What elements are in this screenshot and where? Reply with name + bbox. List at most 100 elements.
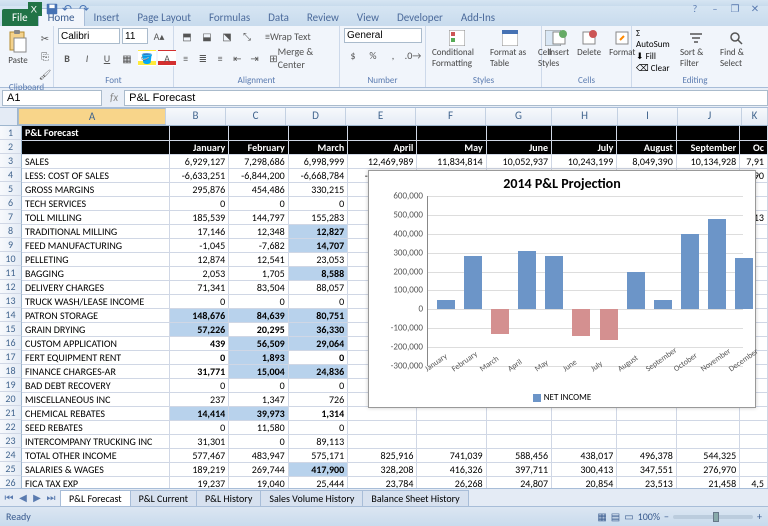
cell[interactable]: 1,893 [229, 350, 288, 364]
clear-button[interactable]: ⌫ Clear [636, 63, 674, 74]
align-middle-icon[interactable]: ⬓ [198, 28, 216, 44]
column-header-E[interactable]: E [346, 108, 416, 125]
cell[interactable]: SEED REBATES [22, 420, 169, 434]
cell[interactable]: -7,682 [229, 238, 288, 252]
cell[interactable] [417, 434, 486, 448]
cell[interactable]: 57,226 [169, 322, 228, 336]
cell[interactable]: CUSTOM APPLICATION [22, 336, 169, 350]
copy-icon[interactable]: ⎘ [36, 48, 54, 64]
delete-cells-button[interactable]: Delete [575, 28, 603, 60]
cell[interactable] [486, 420, 551, 434]
cell[interactable]: 577,467 [169, 448, 228, 462]
cell[interactable]: INTERCOMPANY TRUCKING INC [22, 434, 169, 448]
undo-icon[interactable]: ↶ [62, 2, 76, 16]
cell[interactable] [348, 420, 417, 434]
format-as-table-button[interactable]: Format as Table [488, 28, 532, 71]
cell[interactable] [169, 126, 228, 140]
cell[interactable]: 84,639 [229, 308, 288, 322]
fill-button[interactable]: ⬇ Fill [636, 51, 674, 62]
cell[interactable]: TECH SERVICES [22, 196, 169, 210]
save-icon[interactable] [45, 2, 59, 16]
align-right-icon[interactable]: ≡ [213, 50, 228, 66]
align-left-icon[interactable]: ≡ [178, 50, 193, 66]
cell[interactable]: TRUCK WASH/LEASE INCOME [22, 294, 169, 308]
tab-nav-next-icon[interactable]: ▶ [30, 491, 44, 504]
align-center-icon[interactable]: ≣ [195, 50, 210, 66]
cell[interactable]: P&L Forecast [22, 126, 169, 140]
cell[interactable]: DELIVERY CHARGES [22, 280, 169, 294]
cell[interactable]: Oc [740, 140, 768, 154]
cell[interactable]: 397,711 [486, 462, 551, 476]
cell[interactable]: BAD DEBT RECOVERY [22, 378, 169, 392]
cell[interactable]: FERT EQUIPMENT RENT [22, 350, 169, 364]
cell[interactable] [740, 448, 768, 462]
cell[interactable]: 0 [229, 434, 288, 448]
cell[interactable]: 588,456 [486, 448, 551, 462]
cell[interactable]: 0 [169, 378, 228, 392]
cell[interactable]: 155,283 [288, 210, 347, 224]
cell[interactable]: -6,668,784 [288, 168, 347, 182]
cell[interactable]: 12,827 [288, 224, 347, 238]
cell[interactable]: 88,057 [288, 280, 347, 294]
cell[interactable]: GRAIN DRYING [22, 322, 169, 336]
column-header-F[interactable]: F [416, 108, 486, 125]
sort-filter-button[interactable]: Sort & Filter [678, 28, 714, 71]
cell[interactable]: GROSS MARGINS [22, 182, 169, 196]
row-header[interactable]: 17 [0, 350, 22, 364]
cell[interactable]: 0 [288, 196, 347, 210]
cell[interactable]: -6,844,200 [229, 168, 288, 182]
row-header[interactable]: 24 [0, 448, 22, 462]
cell[interactable] [552, 406, 617, 420]
cell[interactable]: -6,633,251 [169, 168, 228, 182]
cell[interactable] [229, 126, 288, 140]
cell[interactable]: 29,064 [288, 336, 347, 350]
cell[interactable] [417, 420, 486, 434]
cell[interactable]: June [486, 140, 551, 154]
row-header[interactable]: 16 [0, 336, 22, 350]
cell[interactable]: 19,237 [169, 476, 228, 488]
cell[interactable]: 483,947 [229, 448, 288, 462]
help-icon[interactable]: ? [688, 2, 702, 16]
cell[interactable]: 14,414 [169, 406, 228, 420]
cell[interactable]: 24,836 [288, 364, 347, 378]
sheet-tab[interactable]: Sales Volume History [260, 490, 363, 506]
tab-page-layout[interactable]: Page Layout [128, 9, 200, 26]
paste-button[interactable]: Paste [4, 28, 32, 68]
autosum-button[interactable]: Σ AutoSum [636, 28, 674, 50]
row-header[interactable]: 21 [0, 406, 22, 420]
row-header[interactable]: 13 [0, 294, 22, 308]
cell[interactable] [552, 126, 617, 140]
cell[interactable]: 26,268 [417, 476, 486, 488]
cell[interactable]: 189,219 [169, 462, 228, 476]
select-all-corner[interactable] [0, 108, 18, 126]
cell[interactable]: August [617, 140, 676, 154]
cell[interactable]: SALARIES & WAGES [22, 462, 169, 476]
cell[interactable]: 269,744 [229, 462, 288, 476]
cell[interactable]: 347,551 [617, 462, 676, 476]
cell[interactable]: 0 [169, 196, 228, 210]
close-icon[interactable]: ✕ [748, 2, 762, 16]
align-top-icon[interactable]: ⬒ [178, 28, 196, 44]
cell[interactable] [417, 406, 486, 420]
cell[interactable]: 496,378 [617, 448, 676, 462]
cell[interactable]: TOLL MILLING [22, 210, 169, 224]
cell[interactable]: 7,91 [740, 154, 768, 168]
orientation-icon[interactable]: ⤡ [238, 28, 256, 44]
cell[interactable]: 10,243,199 [552, 154, 617, 168]
cell[interactable]: May [417, 140, 486, 154]
cell[interactable]: FICA TAX EXP [22, 476, 169, 488]
cell[interactable]: 23,053 [288, 252, 347, 266]
cell[interactable]: 11,580 [229, 420, 288, 434]
percent-icon[interactable]: % [364, 47, 382, 63]
cell[interactable]: March [288, 140, 347, 154]
column-header-J[interactable]: J [678, 108, 742, 125]
column-header-C[interactable]: C [226, 108, 286, 125]
underline-icon[interactable]: U [98, 50, 116, 66]
cell[interactable]: 19,040 [229, 476, 288, 488]
font-size-select[interactable] [122, 28, 148, 44]
column-header-I[interactable]: I [618, 108, 678, 125]
column-header-H[interactable]: H [552, 108, 618, 125]
view-pagebreak-icon[interactable]: ▭ [624, 510, 633, 523]
cell[interactable]: 71,341 [169, 280, 228, 294]
wrap-text-button[interactable]: ≡ Wrap Text [260, 28, 316, 44]
